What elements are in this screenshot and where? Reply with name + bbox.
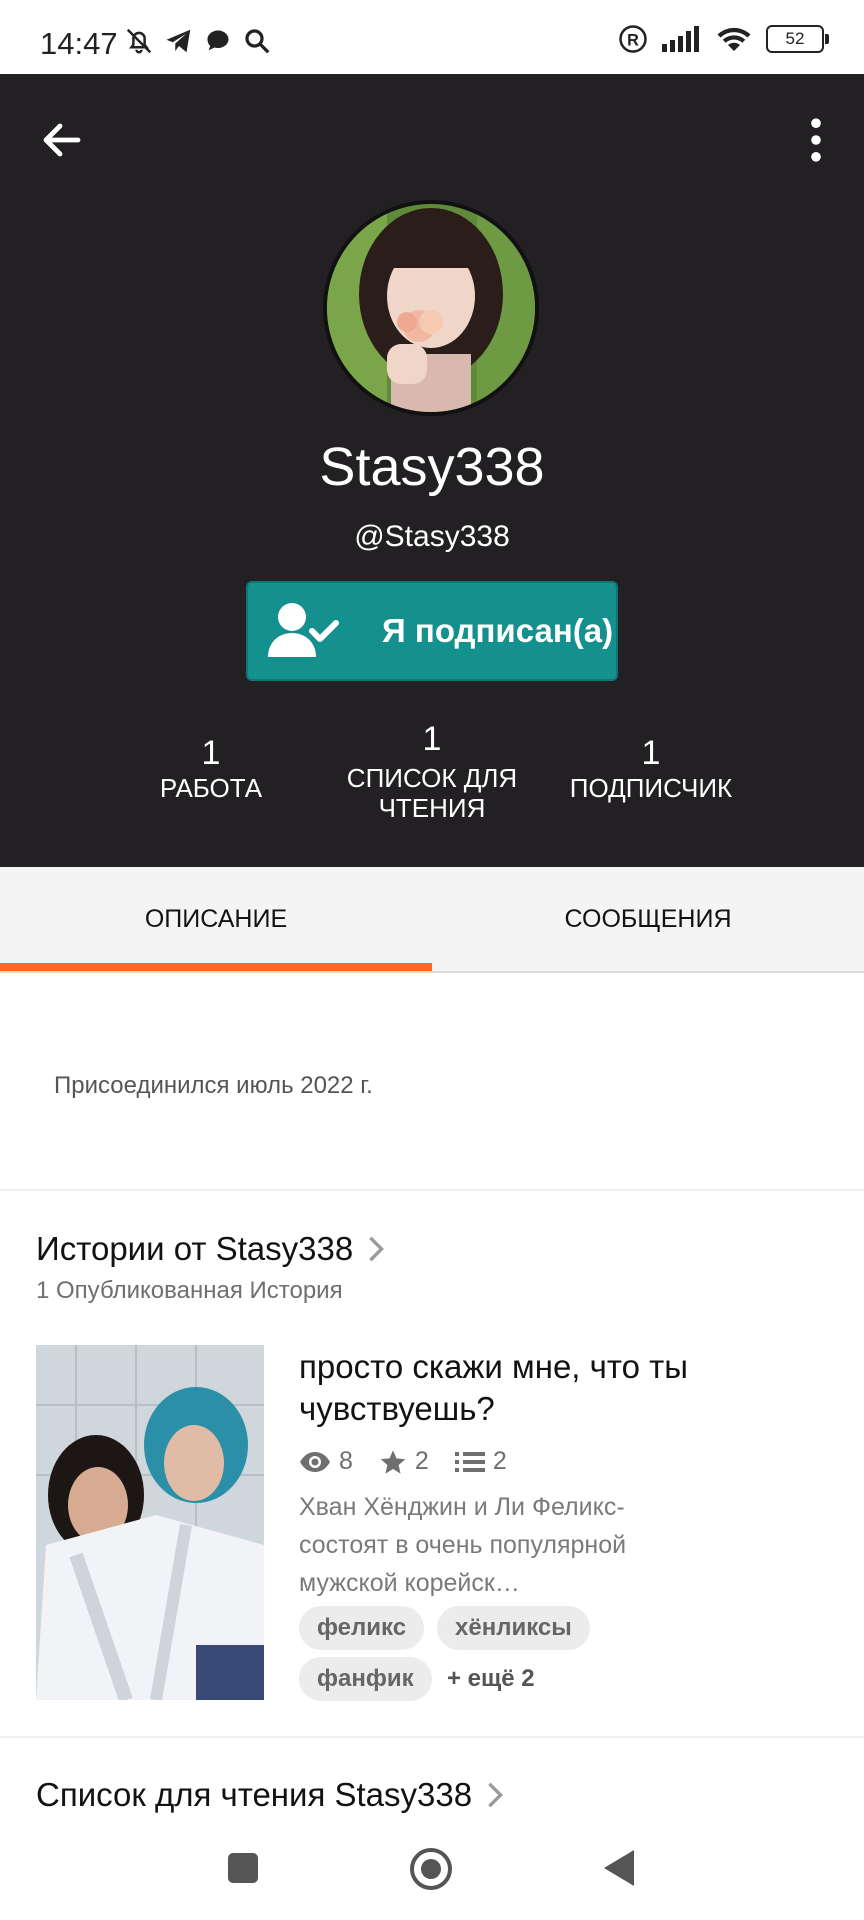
stat-reading-lists-label-line2: ЧТЕНИЯ	[378, 793, 486, 823]
joined-date: Присоединился июль 2022 г.	[54, 1072, 373, 1099]
following-button[interactable]: Я подписан(а)	[246, 581, 618, 681]
username: @Stasy338	[354, 520, 510, 553]
home-circle-icon[interactable]	[408, 1846, 454, 1892]
arrow-left-icon[interactable]	[38, 116, 86, 164]
registered-icon: R	[619, 25, 647, 53]
story-title[interactable]: просто скажи мне, что ты чувствуешь?	[299, 1346, 719, 1430]
chevron-right-icon	[488, 1782, 504, 1808]
tag-hyunlix[interactable]: хёнликсы	[437, 1606, 590, 1650]
list-icon	[454, 1451, 485, 1472]
following-button-label: Я подписан(а)	[382, 612, 614, 649]
signal-icon	[662, 26, 699, 52]
stat-followers-label: ПОДПИСЧИК	[569, 773, 733, 803]
tab-messages[interactable]: СООБЩЕНИЯ	[432, 867, 864, 971]
stat-reading-lists-value: 1	[422, 720, 442, 758]
recents-square-icon[interactable]	[226, 1851, 260, 1885]
stat-followers-value: 1	[641, 734, 661, 772]
profile-tabs: ОПИСАНИЕ СООБЩЕНИЯ	[0, 867, 864, 973]
story-cover[interactable]	[36, 1345, 264, 1700]
story-votes: 2	[379, 1447, 429, 1476]
story-views-count: 8	[339, 1447, 353, 1475]
stat-reading-lists-label-line1: СПИСОК ДЛЯ	[346, 763, 518, 793]
status-bar: 14:47 R 52	[0, 0, 864, 74]
stat-followers[interactable]: 1 ПОДПИСЧИК	[556, 734, 746, 803]
story-cover-image	[36, 1345, 264, 1700]
status-right-icons: R 52	[618, 24, 829, 54]
stat-works[interactable]: 1 РАБОТА	[131, 734, 291, 803]
chevron-right-icon	[369, 1236, 385, 1262]
reading-list-section-title[interactable]: Список для чтения Stasy338	[36, 1776, 504, 1814]
story-views: 8	[299, 1447, 353, 1476]
status-left-icons	[124, 26, 272, 56]
story-votes-count: 2	[414, 1447, 429, 1475]
telegram-icon	[166, 29, 191, 53]
stories-section-title-text: Истории от Stasy338	[36, 1230, 354, 1267]
display-name: Stasy338	[319, 437, 545, 497]
star-icon	[380, 1449, 406, 1474]
eye-icon	[300, 1451, 330, 1472]
story-parts: 2	[454, 1447, 507, 1476]
system-nav-bar	[0, 1830, 864, 1920]
tag-felix[interactable]: феликс	[299, 1606, 425, 1650]
user-check-icon	[268, 603, 339, 657]
story-description: Хван Хёнджин и Ли Феликс-состоят в очень…	[299, 1493, 627, 1597]
stat-works-value: 1	[201, 734, 221, 772]
tab-about[interactable]: ОПИСАНИЕ	[0, 867, 432, 971]
avatar[interactable]	[323, 200, 539, 416]
status-time: 14:47	[40, 26, 118, 61]
search-icon	[245, 29, 270, 54]
more-tags-link[interactable]: + ещё 2	[447, 1657, 535, 1701]
avatar-image	[327, 204, 535, 412]
stat-reading-lists[interactable]: 1 СПИСОК ДЛЯ ЧТЕНИЯ	[326, 720, 538, 823]
stories-count: 1 Опубликованная История	[36, 1277, 343, 1304]
story-stats: 8 2 2	[299, 1447, 533, 1476]
battery-icon: 52	[766, 25, 829, 53]
chat-bubble-icon	[207, 30, 229, 51]
stat-works-label: РАБОТА	[159, 773, 263, 803]
more-vertical-icon[interactable]	[804, 116, 828, 164]
wifi-icon	[717, 27, 751, 51]
divider	[0, 1736, 864, 1738]
profile-header: Stasy338 @Stasy338 Я подписан(а) 1 РАБОТ…	[0, 74, 864, 867]
back-triangle-icon[interactable]	[602, 1848, 636, 1888]
bell-off-icon	[126, 28, 152, 54]
stories-section-title[interactable]: Истории от Stasy338	[36, 1230, 385, 1268]
story-parts-count: 2	[492, 1447, 507, 1475]
tab-active-indicator	[0, 963, 432, 971]
divider	[0, 1189, 864, 1191]
reading-list-section-title-text: Список для чтения Stasy338	[36, 1776, 473, 1813]
svg-text:R: R	[627, 31, 639, 49]
tag-fanfic[interactable]: фанфик	[299, 1657, 432, 1701]
